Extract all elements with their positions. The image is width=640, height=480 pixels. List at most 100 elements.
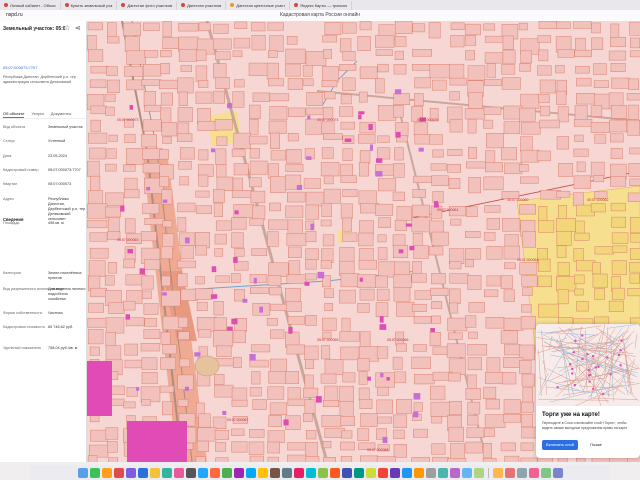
parcel xyxy=(357,36,371,51)
dock-app-icon[interactable] xyxy=(449,467,460,478)
dock-app-icon[interactable] xyxy=(413,467,424,478)
parcel xyxy=(195,91,213,104)
dock-app-icon[interactable] xyxy=(161,467,172,478)
dock-app-icon[interactable] xyxy=(317,467,328,478)
parcel xyxy=(287,107,306,117)
dock xyxy=(30,465,610,480)
parcel xyxy=(162,21,172,38)
star-icon[interactable]: ☆ xyxy=(64,24,70,32)
dock-app-icon[interactable] xyxy=(329,467,340,478)
cadastral-number-link[interactable]: 05:07:000073:7707 xyxy=(3,65,37,70)
dock-app-icon[interactable] xyxy=(437,467,448,478)
info-value: Земельный участок xyxy=(48,125,83,129)
dock-app-icon[interactable] xyxy=(540,467,551,478)
panel-tab[interactable]: Услуги xyxy=(31,109,43,118)
browser-tab[interactable]: Дагестан участков xyxy=(177,0,227,10)
panel-tab[interactable]: Об объекте xyxy=(3,109,25,118)
browser-tab[interactable]: Личный кабинет - Объяс xyxy=(0,0,61,10)
dock-app-icon[interactable] xyxy=(389,467,400,478)
parcel xyxy=(196,205,212,215)
parcel xyxy=(520,442,534,451)
dock-app-icon[interactable] xyxy=(377,467,388,478)
parcel xyxy=(233,163,249,176)
parcel xyxy=(611,260,627,276)
dock-app-icon[interactable] xyxy=(341,467,352,478)
browser-tab[interactable]: Дагестан цветочные участ xyxy=(226,0,291,10)
parcel xyxy=(231,217,247,230)
parcel xyxy=(267,441,280,454)
dock-app-icon[interactable] xyxy=(233,467,244,478)
highlighted-parcel xyxy=(296,185,303,191)
browser-tab[interactable]: Купить земельный уча xyxy=(61,0,118,10)
dock-app-icon[interactable] xyxy=(257,467,268,478)
dock-app-icon[interactable] xyxy=(425,467,436,478)
parcel xyxy=(537,275,553,288)
parcel xyxy=(414,374,435,385)
dock-app-icon[interactable] xyxy=(365,467,376,478)
dock-app-icon[interactable] xyxy=(353,467,364,478)
dock-app-icon[interactable] xyxy=(77,467,88,478)
parcel xyxy=(574,49,592,58)
parcel xyxy=(305,248,319,261)
dock-app-icon[interactable] xyxy=(461,467,472,478)
parcel xyxy=(320,219,332,227)
dock-app-icon[interactable] xyxy=(516,467,527,478)
parcel xyxy=(627,119,640,136)
dock-app-icon[interactable] xyxy=(293,467,304,478)
browser-tab[interactable]: Дагестан фото участков xyxy=(117,0,178,10)
minimap-street xyxy=(538,349,542,397)
later-button[interactable]: Позже xyxy=(584,440,608,450)
dock-app-icon[interactable] xyxy=(473,467,484,478)
browser-tab[interactable]: Яндекс Карты — транспо xyxy=(290,0,353,10)
dock-app-icon[interactable] xyxy=(492,467,503,478)
panel-title: Земельный участок: 05:07:000073:7707 xyxy=(3,26,65,32)
enable-layer-button[interactable]: Включить слой xyxy=(542,440,578,450)
dock-app-icon[interactable] xyxy=(197,467,208,478)
dock-app-icon[interactable] xyxy=(209,467,220,478)
dock-app-icon[interactable] xyxy=(245,467,256,478)
parcel xyxy=(359,220,374,235)
info-key: Удельный показатель xyxy=(3,346,42,350)
dock-app-icon[interactable] xyxy=(281,467,292,478)
dock-app-icon[interactable] xyxy=(552,467,563,478)
dock-app-icon[interactable] xyxy=(401,467,412,478)
parcel xyxy=(178,48,198,62)
favicon-icon xyxy=(294,3,299,7)
dock-app-icon[interactable] xyxy=(173,467,184,478)
dock-app-icon[interactable] xyxy=(269,467,280,478)
parcel xyxy=(484,414,506,428)
favicon-icon xyxy=(64,3,69,7)
cadastral-block-label: 05:07:000068 xyxy=(367,448,388,452)
parcel xyxy=(249,429,265,438)
dock-app-icon[interactable] xyxy=(101,467,112,478)
parcel xyxy=(504,455,520,462)
parcel xyxy=(270,303,289,311)
tab-label: Купить земельный уча xyxy=(70,2,113,8)
highlighted-parcel xyxy=(317,271,325,279)
parcel xyxy=(141,372,158,385)
parcel xyxy=(324,91,336,100)
dock-app-icon[interactable] xyxy=(89,467,100,478)
parcel xyxy=(485,150,496,164)
dock-app-icon[interactable] xyxy=(149,467,160,478)
dock-app-icon[interactable] xyxy=(185,467,196,478)
parcel xyxy=(358,91,368,103)
parcel xyxy=(555,218,576,232)
dock-app-icon[interactable] xyxy=(113,467,124,478)
dock-app-icon[interactable] xyxy=(137,467,148,478)
parcel xyxy=(486,63,496,78)
panel-tab[interactable]: Документы xyxy=(51,109,72,118)
parcel xyxy=(449,77,467,86)
parcel xyxy=(360,413,378,427)
share-icon[interactable]: ⋖ xyxy=(75,24,81,32)
dock-app-icon[interactable] xyxy=(221,467,232,478)
parcel xyxy=(466,161,486,169)
parcel xyxy=(267,275,282,286)
parcel xyxy=(213,189,225,203)
parcel xyxy=(323,49,332,59)
dock-app-icon[interactable] xyxy=(504,467,515,478)
dock-app-icon[interactable] xyxy=(305,467,316,478)
dock-app-icon[interactable] xyxy=(528,467,539,478)
parcel xyxy=(483,428,495,437)
dock-app-icon[interactable] xyxy=(125,467,136,478)
